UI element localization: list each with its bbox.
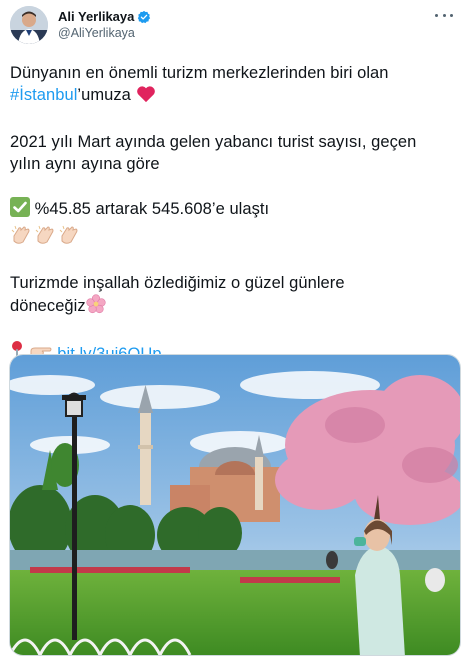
verified-badge-icon	[137, 10, 151, 24]
clapping-hands-icon	[10, 224, 32, 252]
tweet-photo[interactable]	[9, 354, 461, 656]
hashtag-link[interactable]: #İstanbul	[10, 86, 77, 104]
clapping-hands-icon	[58, 224, 80, 252]
tweet-line: #İstanbul’umuza	[10, 84, 457, 109]
green-check-icon	[10, 197, 30, 223]
tweet-line: döneceğiz	[10, 294, 457, 320]
tweet-line: Turizmde inşallah özlediğimiz o güzel gü…	[10, 274, 345, 292]
avatar[interactable]	[10, 6, 48, 44]
clapping-hands-icon	[34, 224, 56, 252]
tweet-line: Dünyanın en önemli turizm merkezlerinden…	[10, 64, 389, 82]
tweet-text-fragment: ’umuza	[77, 86, 131, 104]
tweet-header: Ali Yerlikaya @AliYerlikaya	[10, 6, 457, 46]
cherry-blossom-icon	[86, 294, 106, 320]
clap-emojis	[10, 224, 457, 252]
tweet-text-fragment: %45.85 artarak 545.608’e ulaştı	[34, 200, 270, 218]
red-heart-icon	[136, 85, 156, 109]
tweet-line: %45.85 artarak 545.608’e ulaştı	[10, 197, 457, 223]
tweet-card: Ali Yerlikaya @AliYerlikaya Dünyanın en …	[0, 0, 467, 663]
tweet-text: Dünyanın en önemli turizm merkezlerinden…	[10, 62, 457, 368]
tweet-line: 2021 yılı Mart ayında gelen yabancı turi…	[10, 133, 417, 151]
tweet-text-fragment: döneceğiz	[10, 297, 86, 315]
author-name[interactable]: Ali Yerlikaya	[58, 8, 134, 25]
tweet-line: yılın aynı ayına göre	[10, 155, 160, 173]
author-handle[interactable]: @AliYerlikaya	[58, 25, 151, 42]
user-info: Ali Yerlikaya @AliYerlikaya	[58, 8, 151, 42]
more-options-icon[interactable]	[435, 10, 453, 20]
